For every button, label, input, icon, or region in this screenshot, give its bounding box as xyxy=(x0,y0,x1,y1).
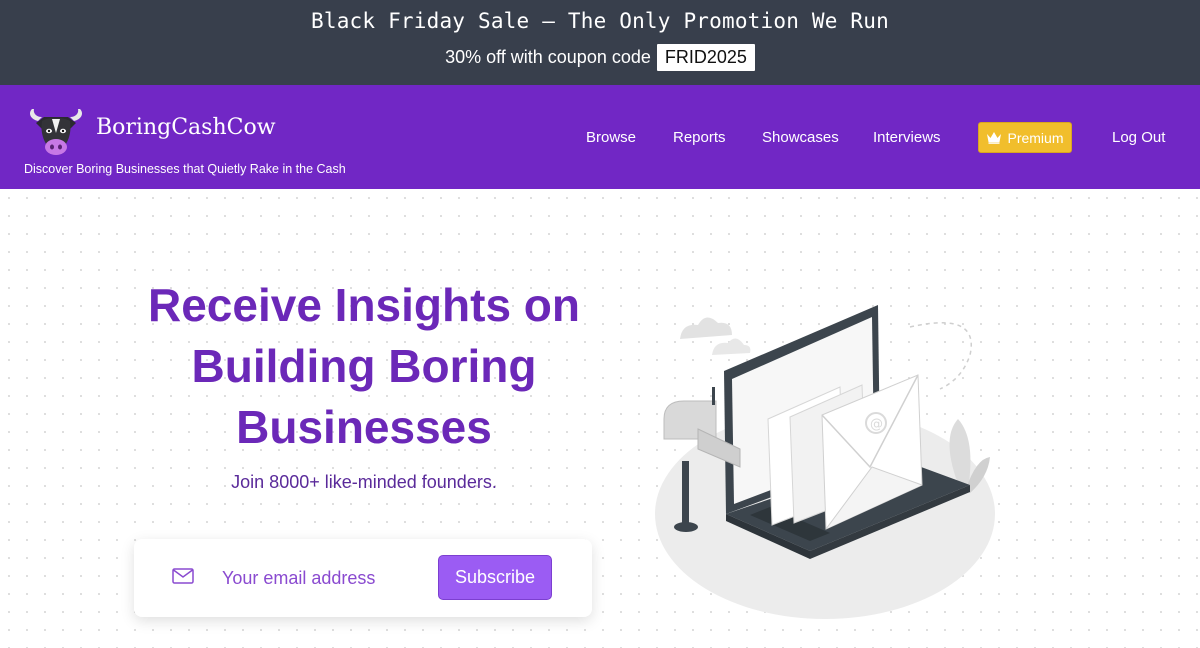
crown-icon xyxy=(987,132,1002,144)
nav-link-browse[interactable]: Browse xyxy=(586,129,636,146)
nav-link-interviews[interactable]: Interviews xyxy=(873,129,941,146)
subscribe-button[interactable]: Subscribe xyxy=(438,555,552,600)
laptop-email-illustration: @ xyxy=(655,305,995,619)
hero-subheadline: Join 8000+ like-minded founders. xyxy=(231,472,497,492)
logout-link[interactable]: Log Out xyxy=(1112,129,1165,146)
svg-text:@: @ xyxy=(870,417,883,432)
promo-title: Black Friday Sale — The Only Promotion W… xyxy=(311,9,889,33)
brand-name[interactable]: BoringCashCow xyxy=(96,115,276,140)
email-input[interactable] xyxy=(222,561,422,595)
premium-label: Premium xyxy=(1007,129,1064,146)
nav-link-showcases[interactable]: Showcases xyxy=(762,129,839,146)
hero-headline: Receive Insights on Building Boring Busi… xyxy=(147,279,580,453)
brand-tagline: Discover Boring Businesses that Quietly … xyxy=(24,162,346,176)
nav-link-reports[interactable]: Reports xyxy=(673,129,726,146)
cow-logo-icon[interactable] xyxy=(26,99,86,161)
signup-form: Subscribe xyxy=(134,539,592,617)
navbar: BoringCashCow Discover Boring Businesses… xyxy=(0,85,1200,189)
premium-button[interactable]: Premium xyxy=(978,122,1072,153)
envelope-icon xyxy=(172,568,194,584)
hero-section: Receive Insights on Building Boring Busi… xyxy=(0,189,1200,648)
promo-subtitle: 30% off with coupon code xyxy=(445,47,651,67)
coupon-code[interactable]: FRID2025 xyxy=(656,44,755,71)
promo-subtitle-row: 30% off with coupon code FRID2025 xyxy=(0,44,1200,71)
promo-banner: Black Friday Sale — The Only Promotion W… xyxy=(0,0,1200,85)
